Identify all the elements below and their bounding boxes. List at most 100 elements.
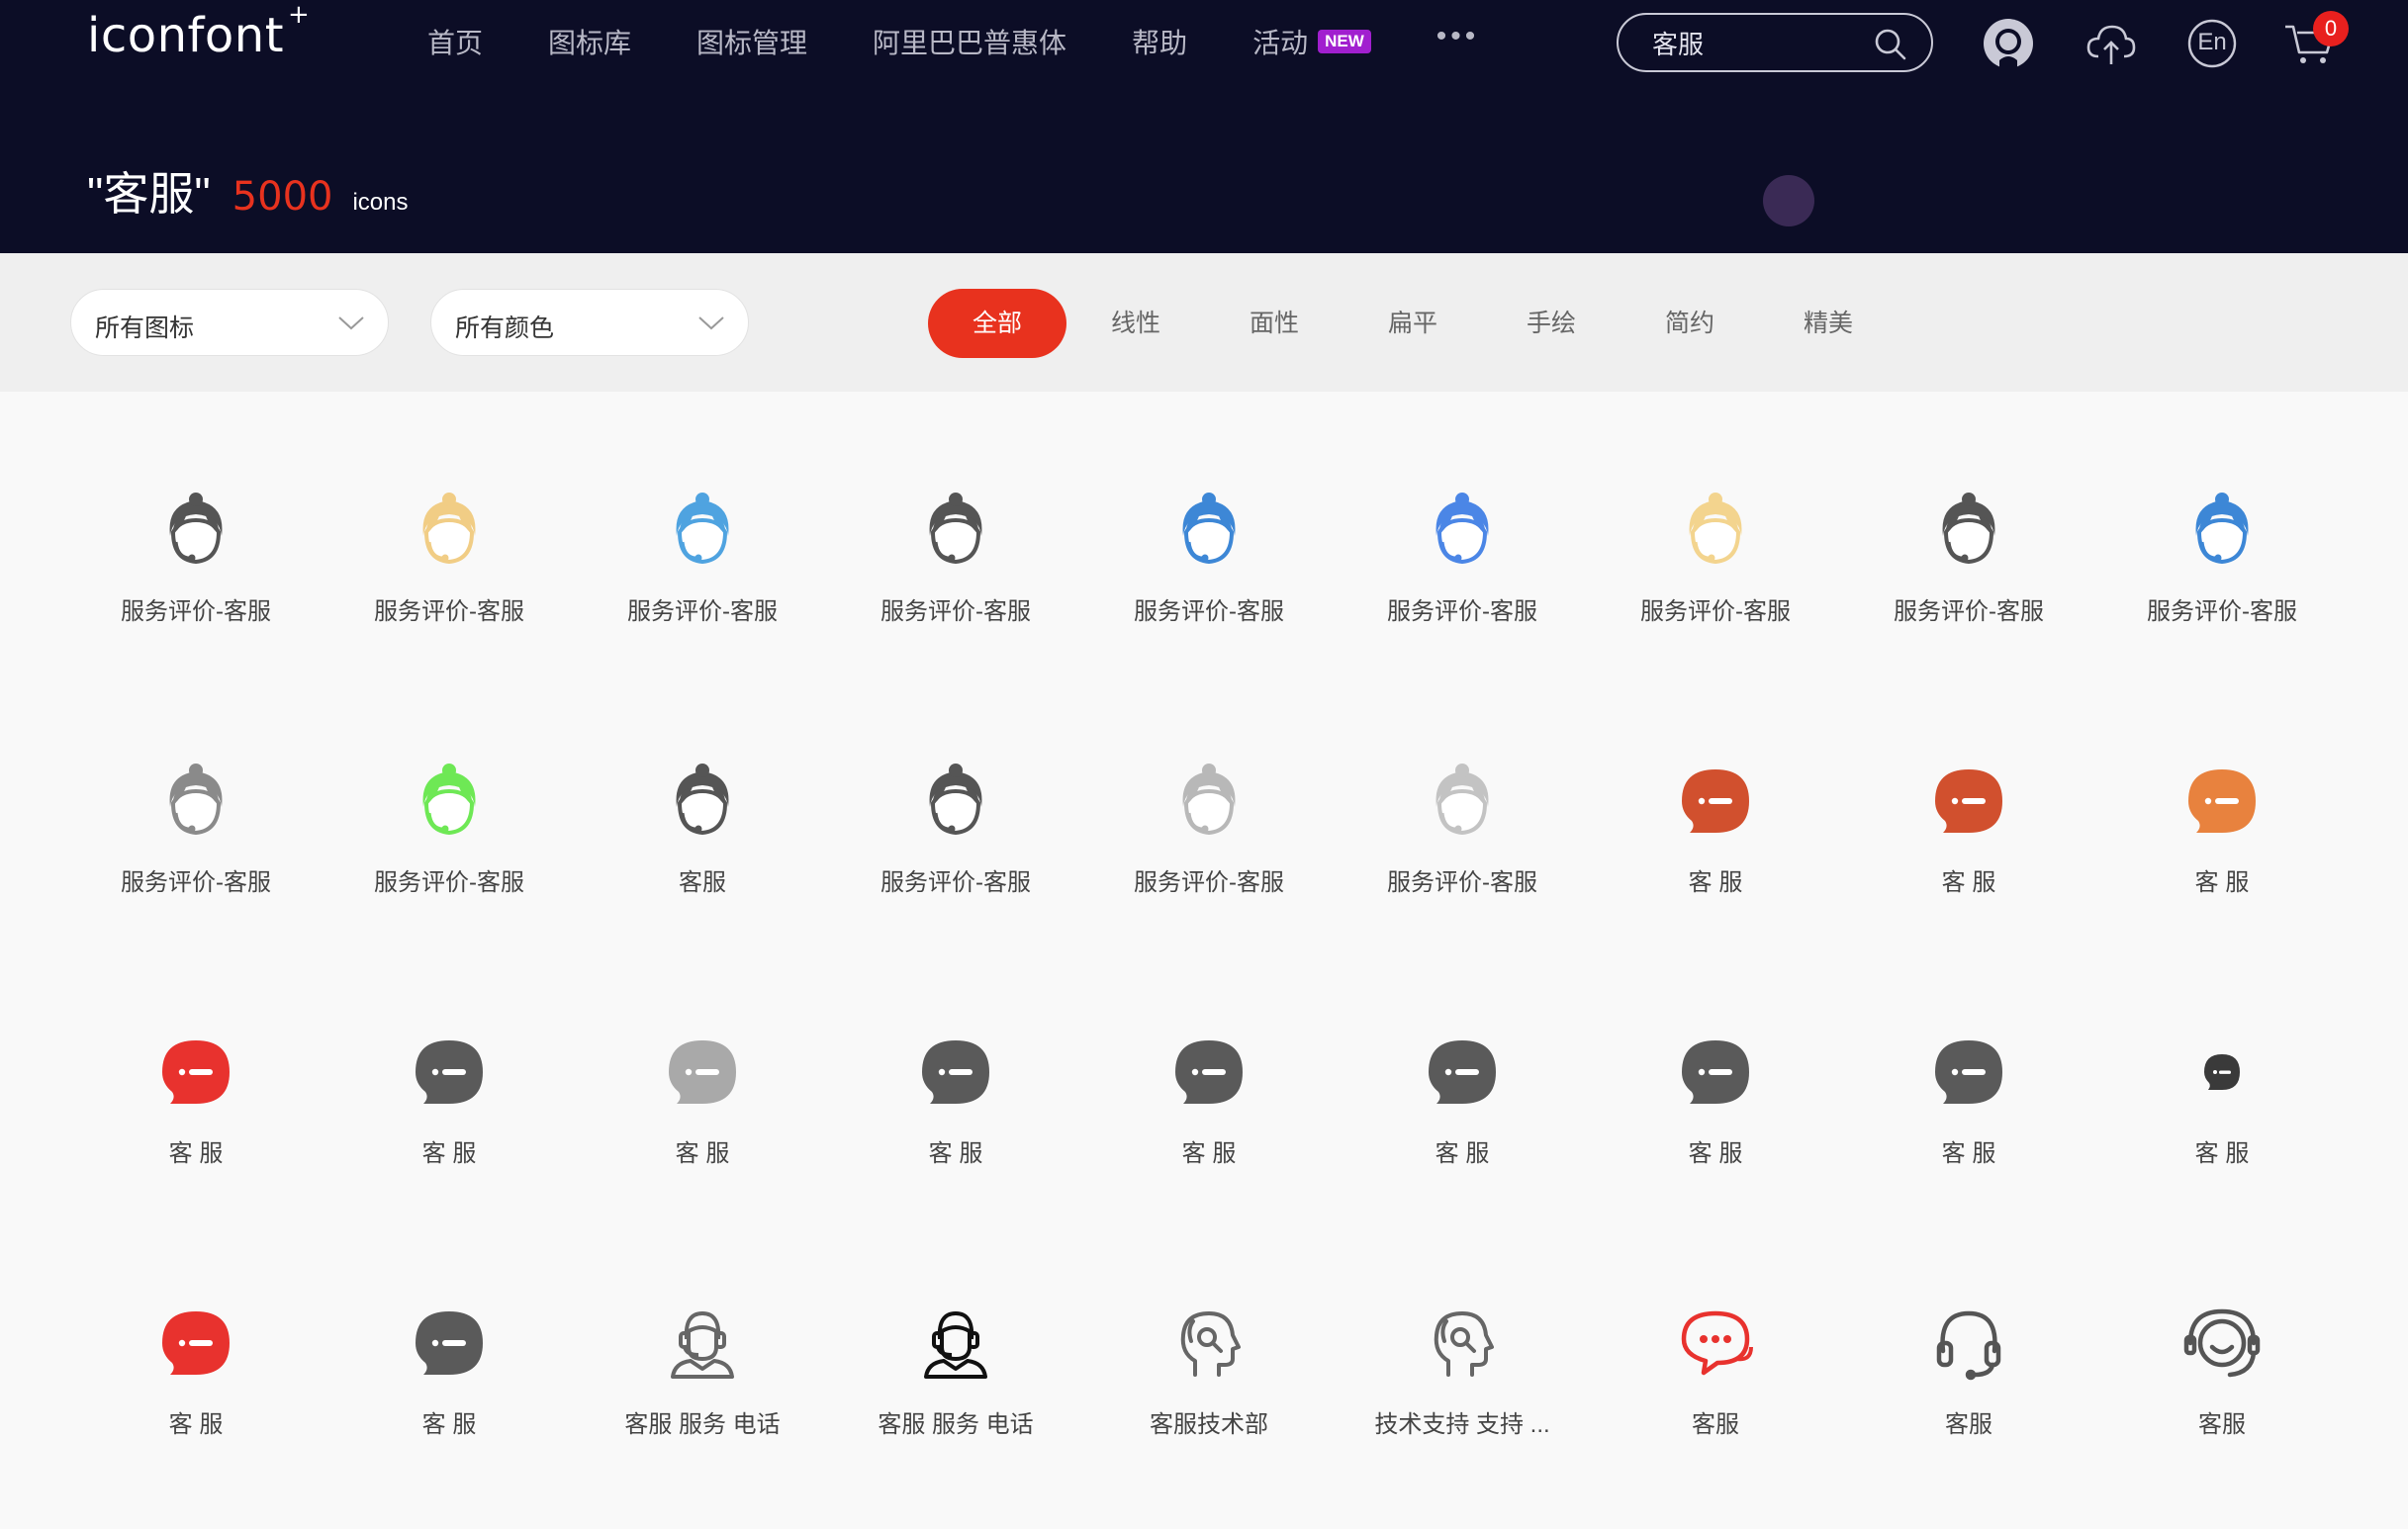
- agent-icon: [410, 762, 489, 841]
- tab-linear[interactable]: 线性: [1066, 289, 1205, 358]
- icon-card[interactable]: 服务评价-客服: [1336, 716, 1589, 987]
- icon-card[interactable]: 服务评价-客服: [323, 445, 576, 716]
- icon-label: 服务评价-客服: [880, 869, 1031, 896]
- icon-card[interactable]: 客 服: [69, 1258, 323, 1529]
- icon-card[interactable]: 客服技术部: [1082, 1258, 1336, 1529]
- icon-label: 客 服: [168, 1411, 224, 1438]
- icon-label: 客 服: [168, 1140, 224, 1167]
- nav-activity[interactable]: 活动 NEW: [1252, 22, 1371, 61]
- github-icon[interactable]: [1982, 17, 2035, 70]
- new-badge: NEW: [1318, 30, 1371, 53]
- icon-card[interactable]: 客 服: [829, 987, 1082, 1258]
- headset-person-icon: [663, 1304, 742, 1383]
- icon-card[interactable]: 客 服: [1082, 987, 1336, 1258]
- upload-cloud-icon[interactable]: [2084, 17, 2138, 70]
- icon-card[interactable]: 客 服: [1589, 987, 1842, 1258]
- tab-all[interactable]: 全部: [928, 289, 1066, 358]
- logo-text: iconfont: [87, 8, 285, 63]
- icon-card[interactable]: 客 服: [1589, 716, 1842, 987]
- nav-icon-management[interactable]: 图标管理: [696, 22, 807, 61]
- icon-label: 客服: [1945, 1411, 1992, 1438]
- agent-icon: [156, 762, 235, 841]
- head-search-icon: [1423, 1304, 1502, 1383]
- icon-card[interactable]: 服务评价-客服: [69, 445, 323, 716]
- icon-card[interactable]: 客 服: [576, 987, 829, 1258]
- agent-icon: [1423, 762, 1502, 841]
- icon-card[interactable]: 客服 服务 电话: [576, 1258, 829, 1529]
- icon-card[interactable]: 客服 服务 电话: [829, 1258, 1082, 1529]
- icon-card[interactable]: 客服: [1589, 1258, 1842, 1529]
- nav-home[interactable]: 首页: [427, 22, 483, 61]
- icon-type-select[interactable]: 所有图标: [70, 289, 389, 356]
- tab-flat[interactable]: 扁平: [1343, 289, 1482, 358]
- icon-card[interactable]: 服务评价-客服: [829, 716, 1082, 987]
- icon-label: 客 服: [2194, 1140, 2250, 1167]
- icon-label: 客 服: [1941, 1140, 1996, 1167]
- icon-card[interactable]: 服务评价-客服: [1336, 445, 1589, 716]
- tab-simple[interactable]: 简约: [1621, 289, 1759, 358]
- icon-card[interactable]: 服务评价-客服: [69, 716, 323, 987]
- nav-icon-library[interactable]: 图标库: [548, 22, 631, 61]
- tab-refined[interactable]: 精美: [1759, 289, 1898, 358]
- icon-card[interactable]: 客服: [2095, 1258, 2349, 1529]
- icon-grid: 服务评价-客服 服务评价-客服 服务评价-客服 服务评价-客服 服务评价-客服 …: [69, 445, 2345, 1529]
- icon-card[interactable]: 服务评价-客服: [2095, 445, 2349, 716]
- language-label: En: [2197, 29, 2227, 55]
- icon-label: 服务评价-客服: [374, 869, 524, 896]
- bubble-icon: [156, 1033, 235, 1112]
- icon-card[interactable]: 服务评价-客服: [323, 716, 576, 987]
- icon-label: 客服 服务 电话: [624, 1411, 781, 1438]
- nav-puhuiti-font[interactable]: 阿里巴巴普惠体: [873, 22, 1066, 61]
- chevron-down-icon: [698, 316, 724, 330]
- nav-activity-label: 活动: [1252, 28, 1309, 58]
- icon-card[interactable]: 客服: [576, 716, 829, 987]
- bubble-icon: [1929, 1033, 2008, 1112]
- color-select[interactable]: 所有颜色: [430, 289, 749, 356]
- bubble-icon: [1676, 1033, 1755, 1112]
- icon-card[interactable]: 客 服: [1842, 987, 2095, 1258]
- tab-hand-drawn[interactable]: 手绘: [1482, 289, 1621, 358]
- icon-label: 客 服: [1688, 1140, 1743, 1167]
- icon-card[interactable]: 客 服: [323, 987, 576, 1258]
- icon-card[interactable]: 服务评价-客服: [1842, 445, 2095, 716]
- language-switch[interactable]: En: [2185, 17, 2239, 70]
- search-input[interactable]: [1652, 15, 1870, 70]
- icon-label: 服务评价-客服: [880, 598, 1031, 625]
- agent-icon: [1169, 762, 1249, 841]
- headphones-icon: [1929, 1304, 2008, 1383]
- nav-more[interactable]: •••: [1436, 22, 1480, 51]
- icon-card[interactable]: 客 服: [323, 1258, 576, 1529]
- icon-card[interactable]: 客 服: [1336, 987, 1589, 1258]
- top-header: iconfont + 首页 图标库 图标管理 阿里巴巴普惠体 帮助 活动 NEW •…: [0, 0, 2408, 253]
- icon-label: 客 服: [421, 1140, 477, 1167]
- icon-card[interactable]: 服务评价-客服: [829, 445, 1082, 716]
- icon-card[interactable]: 服务评价-客服: [576, 445, 829, 716]
- icon-card[interactable]: 服务评价-客服: [1589, 445, 1842, 716]
- style-tabs: 全部 线性 面性 扁平 手绘 简约 精美: [928, 289, 1898, 358]
- icon-label: 服务评价-客服: [627, 598, 778, 625]
- icon-label: 客 服: [421, 1411, 477, 1438]
- icon-card[interactable]: 技术支持 支持 ...: [1336, 1258, 1589, 1529]
- icon-label: 客 服: [1181, 1140, 1237, 1167]
- headset-person-icon: [916, 1304, 995, 1383]
- icon-card[interactable]: 客 服: [1842, 716, 2095, 987]
- icon-label: 服务评价-客服: [1387, 869, 1537, 896]
- icon-card[interactable]: 客 服: [2095, 987, 2349, 1258]
- icon-label: 服务评价-客服: [1134, 598, 1284, 625]
- icon-card[interactable]: 服务评价-客服: [1082, 716, 1336, 987]
- agent-icon: [663, 491, 742, 570]
- nav-help[interactable]: 帮助: [1132, 22, 1187, 61]
- tab-filled[interactable]: 面性: [1205, 289, 1343, 358]
- icon-card[interactable]: 客服: [1842, 1258, 2095, 1529]
- search-box: [1617, 13, 1933, 72]
- icon-label: 服务评价-客服: [121, 869, 271, 896]
- icon-card[interactable]: 客 服: [2095, 716, 2349, 987]
- icon-card[interactable]: 服务评价-客服: [1082, 445, 1336, 716]
- head-search-icon: [1169, 1304, 1249, 1383]
- search-icon[interactable]: [1874, 28, 1907, 61]
- logo[interactable]: iconfont +: [87, 0, 310, 63]
- icon-card[interactable]: 客 服: [69, 987, 323, 1258]
- result-count: 5000: [232, 174, 333, 220]
- agent-icon: [1423, 491, 1502, 570]
- agent-icon: [916, 491, 995, 570]
